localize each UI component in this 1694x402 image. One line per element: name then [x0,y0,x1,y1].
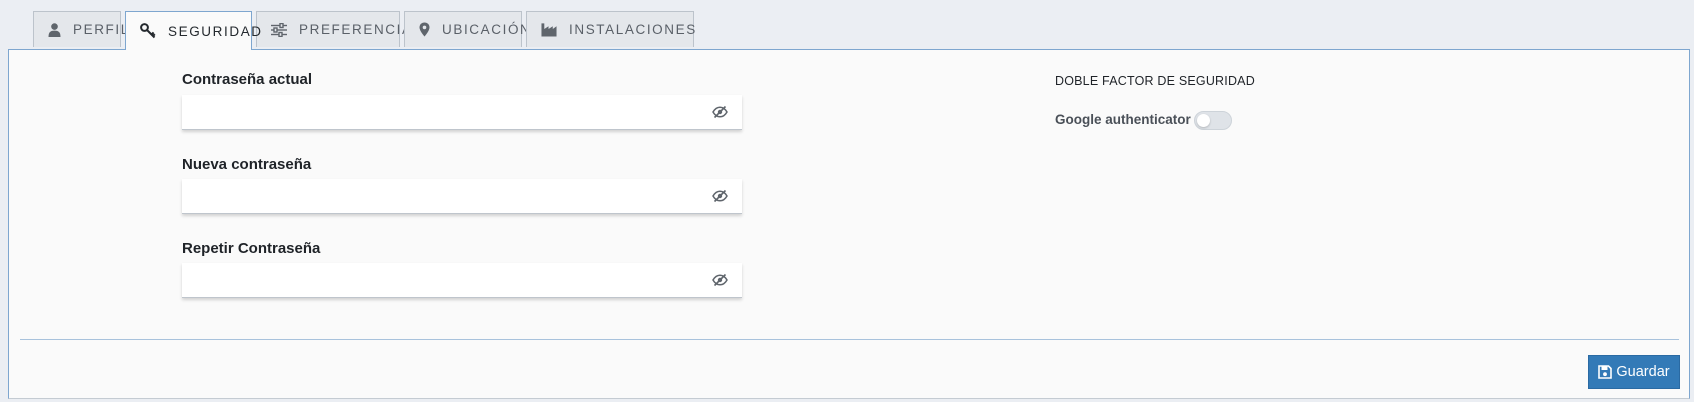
eye-slash-icon[interactable] [712,105,728,119]
google-authenticator-label: Google authenticator [1055,112,1191,127]
sliders-icon [271,22,287,38]
tab-label: PERFIL [73,22,130,37]
repeat-password-input[interactable] [182,263,706,296]
current-password-label: Contraseña actual [182,71,313,88]
tab-perfil[interactable]: PERFIL [33,11,128,47]
mfa-section-title: DOBLE FACTOR DE SEGURIDAD [1055,74,1255,88]
tab-instalaciones[interactable]: INSTALACIONES [526,11,697,47]
google-authenticator-toggle[interactable] [1194,111,1232,130]
floppy-disk-icon [1598,365,1613,379]
user-icon [48,22,61,38]
security-panel: Contraseña actual Nueva contraseña Repet… [8,49,1690,399]
save-button-label: Guardar [1616,364,1670,380]
map-pin-icon [419,22,430,38]
repeat-password-label: Repetir Contraseña [182,240,321,257]
tab-ubicacion[interactable]: UBICACIÓN [404,11,530,47]
save-button[interactable]: Guardar [1588,355,1680,389]
divider [20,339,1679,340]
tab-label: INSTALACIONES [569,22,697,37]
tab-preferencias[interactable]: PREFERENCIAS [256,11,422,47]
factory-icon [541,22,557,38]
tab-label: UBICACIÓN [442,22,532,37]
toggle-knob [1197,114,1210,127]
new-password-field [182,179,742,214]
current-password-input[interactable] [182,95,706,128]
key-icon [140,23,156,39]
repeat-password-field [182,263,742,298]
new-password-label: Nueva contraseña [182,156,312,173]
current-password-field [182,95,742,130]
eye-slash-icon[interactable] [712,273,728,287]
eye-slash-icon[interactable] [712,189,728,203]
tab-label: SEGURIDAD [168,23,263,39]
tab-seguridad[interactable]: SEGURIDAD [125,11,261,50]
new-password-input[interactable] [182,179,706,212]
